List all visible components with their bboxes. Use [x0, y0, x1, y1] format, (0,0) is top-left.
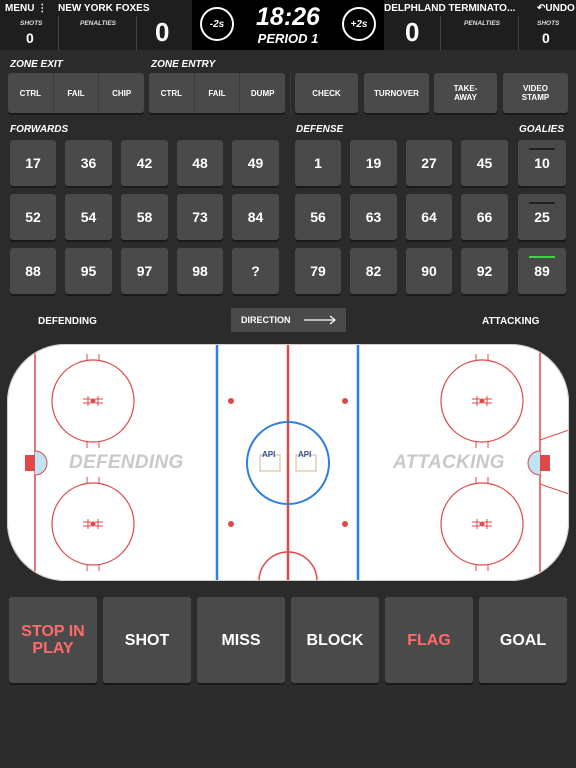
- away-shots-value: 0: [542, 30, 550, 46]
- goalies-label: GOALIES: [519, 124, 565, 135]
- defense-player-button[interactable]: 45: [461, 140, 508, 186]
- forward-player-button[interactable]: 49: [232, 140, 279, 186]
- divider: [290, 70, 291, 116]
- attacking-label: ATTACKING: [482, 316, 540, 327]
- game-clock-panel: -2s 18:26 PERIOD 1 +2s: [192, 0, 384, 50]
- faceoff-dot: [228, 521, 234, 527]
- forward-player-button[interactable]: 98: [177, 248, 223, 294]
- direction-label: DIRECTION: [241, 315, 291, 325]
- defending-label: DEFENDING: [38, 316, 97, 327]
- away-penalties-label: PENALTIES: [464, 20, 500, 27]
- zone-entry-label: ZONE ENTRY: [151, 59, 216, 70]
- divider: [518, 16, 519, 50]
- hockey-rink[interactable]: DEFENDING ATTACKING API API: [7, 344, 569, 581]
- goalie-number: 10: [534, 155, 550, 171]
- goalie-indicator: [529, 202, 555, 204]
- defense-player-button[interactable]: 79: [295, 248, 341, 294]
- attacking-zone-label: ATTACKING: [393, 452, 505, 473]
- forward-player-button[interactable]: 58: [121, 194, 168, 240]
- check-button[interactable]: CHECK: [295, 73, 358, 113]
- divider: [136, 16, 137, 50]
- away-team-name: DELPHLAND TERMINATO...: [384, 3, 516, 14]
- forward-player-button[interactable]: 52: [10, 194, 56, 240]
- defense-player-button[interactable]: 27: [406, 140, 452, 186]
- defense-player-button[interactable]: 63: [350, 194, 397, 240]
- forward-player-button[interactable]: 42: [121, 140, 168, 186]
- divider: [440, 16, 441, 50]
- forward-player-button[interactable]: 73: [177, 194, 223, 240]
- faceoff-dot: [342, 398, 348, 404]
- goalie-button[interactable]: 25: [518, 194, 566, 240]
- faceoff-dot: [342, 521, 348, 527]
- zone-entry-ctrl-button[interactable]: CTRL: [149, 73, 194, 113]
- away-shots-label: SHOTS: [537, 20, 560, 27]
- turnover-button[interactable]: TURNOVER: [364, 73, 429, 113]
- plus-2s-button[interactable]: +2s: [342, 7, 376, 41]
- home-team-name: NEW YORK FOXES: [58, 3, 150, 14]
- defense-player-button[interactable]: 92: [461, 248, 508, 294]
- zone-exit-group: CTRL FAIL CHIP: [8, 73, 144, 113]
- undo-label: UNDO: [545, 3, 575, 14]
- goalie-button-active[interactable]: 89: [518, 248, 566, 294]
- menu-button[interactable]: MENU ⋮: [5, 3, 47, 14]
- api-logo-text-right: API: [298, 450, 312, 459]
- goalie-indicator: [529, 148, 555, 150]
- menu-label: MENU: [5, 3, 35, 14]
- zone-entry-fail-button[interactable]: FAIL: [193, 73, 240, 113]
- faceoff-dot: [228, 398, 234, 404]
- forwards-label: FORWARDS: [10, 124, 69, 135]
- defense-player-button[interactable]: 1: [295, 140, 341, 186]
- defense-label: DEFENSE: [296, 124, 344, 135]
- zone-entry-dump-button[interactable]: DUMP: [239, 73, 285, 113]
- api-logo-text-left: API: [262, 450, 276, 459]
- home-shots-value: 0: [26, 30, 34, 46]
- forward-player-button[interactable]: 36: [65, 140, 112, 186]
- home-shots-label: SHOTS: [20, 20, 43, 27]
- forward-player-button[interactable]: 95: [65, 248, 112, 294]
- zone-exit-label: ZONE EXIT: [10, 59, 63, 70]
- forward-player-button[interactable]: 17: [10, 140, 56, 186]
- forward-player-button[interactable]: 54: [65, 194, 112, 240]
- goalie-number: 89: [534, 263, 550, 279]
- defending-zone-label: DEFENDING: [69, 452, 184, 473]
- shot-button[interactable]: SHOT: [103, 597, 191, 683]
- direction-toggle-button[interactable]: DIRECTION: [231, 308, 346, 332]
- forward-player-button[interactable]: 88: [10, 248, 56, 294]
- defense-player-button[interactable]: 90: [406, 248, 452, 294]
- zone-entry-group: CTRL FAIL DUMP: [149, 73, 285, 113]
- home-penalties-label: PENALTIES: [80, 20, 116, 27]
- goalie-active-indicator: [529, 256, 555, 258]
- left-goal-net: [25, 455, 35, 471]
- defense-player-button[interactable]: 64: [406, 194, 452, 240]
- stop-in-play-button[interactable]: STOP IN PLAY: [9, 597, 97, 683]
- flag-button[interactable]: FLAG: [385, 597, 473, 683]
- miss-button[interactable]: MISS: [197, 597, 285, 683]
- undo-button[interactable]: ↶UNDO: [537, 3, 575, 14]
- takeaway-button[interactable]: TAKE- AWAY: [434, 73, 497, 113]
- arrow-right-icon: [303, 315, 336, 325]
- divider: [58, 16, 59, 50]
- zone-exit-fail-button[interactable]: FAIL: [52, 73, 99, 113]
- video-stamp-button[interactable]: VIDEO STAMP: [503, 73, 568, 113]
- more-vertical-icon: ⋮: [37, 3, 48, 14]
- goalie-button[interactable]: 10: [518, 140, 566, 186]
- right-goal-net: [540, 455, 550, 471]
- defense-player-button[interactable]: 19: [350, 140, 397, 186]
- zone-exit-chip-button[interactable]: CHIP: [98, 73, 144, 113]
- forward-player-button[interactable]: 97: [121, 248, 168, 294]
- defense-player-button[interactable]: 66: [461, 194, 508, 240]
- defense-player-button[interactable]: 82: [350, 248, 397, 294]
- unknown-player-button[interactable]: ?: [232, 248, 279, 294]
- goalie-number: 25: [534, 209, 550, 225]
- goal-button[interactable]: GOAL: [479, 597, 567, 683]
- scoreboard-header: MENU ⋮ NEW YORK FOXES DELPHLAND TERMINAT…: [0, 0, 576, 50]
- zone-exit-ctrl-button[interactable]: CTRL: [8, 73, 53, 113]
- block-button[interactable]: BLOCK: [291, 597, 379, 683]
- forward-player-button[interactable]: 84: [232, 194, 279, 240]
- defense-player-button[interactable]: 56: [295, 194, 341, 240]
- away-score: 0: [405, 17, 420, 47]
- home-score: 0: [155, 17, 170, 47]
- forward-player-button[interactable]: 48: [177, 140, 223, 186]
